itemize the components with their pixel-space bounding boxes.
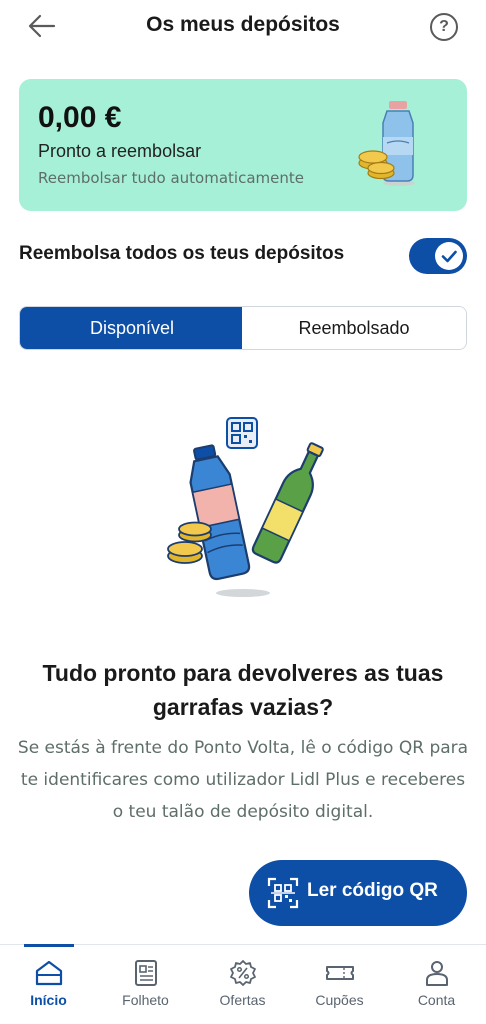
offers-icon (230, 960, 256, 986)
qr-code-icon (267, 877, 299, 909)
deposit-tabs: Disponível Reembolsado (19, 306, 467, 350)
tab-leaflet[interactable]: Folheto (97, 945, 194, 1024)
deposit-balance-card: 0,00 € Pronto a reembolsar Reembolsar tu… (19, 79, 467, 211)
toggle-knob (435, 242, 463, 270)
empty-state-description: Se estás à frente do Ponto Volta, lê o c… (17, 738, 469, 822)
tab-available[interactable]: Disponível (20, 307, 244, 349)
tab-home[interactable]: Início (0, 944, 97, 1024)
refund-all-toggle[interactable] (409, 238, 467, 274)
active-tab-indicator (24, 944, 74, 947)
empty-state-headline: Tudo pronto para devolveres as tuas garr… (42, 660, 444, 720)
tab-refunded[interactable]: Reembolsado (242, 307, 466, 349)
account-icon (426, 961, 448, 986)
scan-qr-button[interactable]: Ler código QR (249, 860, 467, 926)
balance-amount: 0,00 € (38, 101, 122, 134)
refund-all-label: Reembolsa todos os teus depósitos (19, 243, 345, 264)
tab-account[interactable]: Conta (388, 945, 485, 1024)
leaflet-icon (135, 960, 157, 986)
balance-status: Pronto a reembolsar (38, 141, 202, 161)
tab-coupons[interactable]: Cupões (291, 945, 388, 1024)
page-title: Os meus depósitos (146, 13, 340, 36)
tab-home-label: Início (30, 992, 67, 1008)
home-icon (35, 960, 63, 986)
tab-coupons-label: Cupões (315, 992, 364, 1008)
coupons-icon (326, 966, 354, 980)
header: Os meus depósitos ? (0, 0, 486, 56)
auto-refund-link[interactable]: Reembolsar tudo automaticamente (38, 169, 304, 187)
help-icon[interactable]: ? (430, 13, 458, 41)
tab-leaflet-label: Folheto (122, 992, 169, 1008)
qr-badge-icon (226, 417, 258, 449)
tab-account-label: Conta (417, 992, 456, 1008)
check-icon (441, 250, 457, 263)
tab-offers[interactable]: Ofertas (194, 945, 291, 1024)
tab-offers-label: Ofertas (219, 992, 266, 1008)
bottle-coins-icon (358, 101, 415, 186)
scan-qr-label: Ler código QR (307, 880, 438, 901)
bottles-illustration (167, 417, 324, 597)
refund-all-row: Reembolsa todos os teus depósitos (19, 238, 467, 274)
bottom-tab-bar: Início Folheto Ofertas Cupões Conta (0, 944, 486, 1024)
